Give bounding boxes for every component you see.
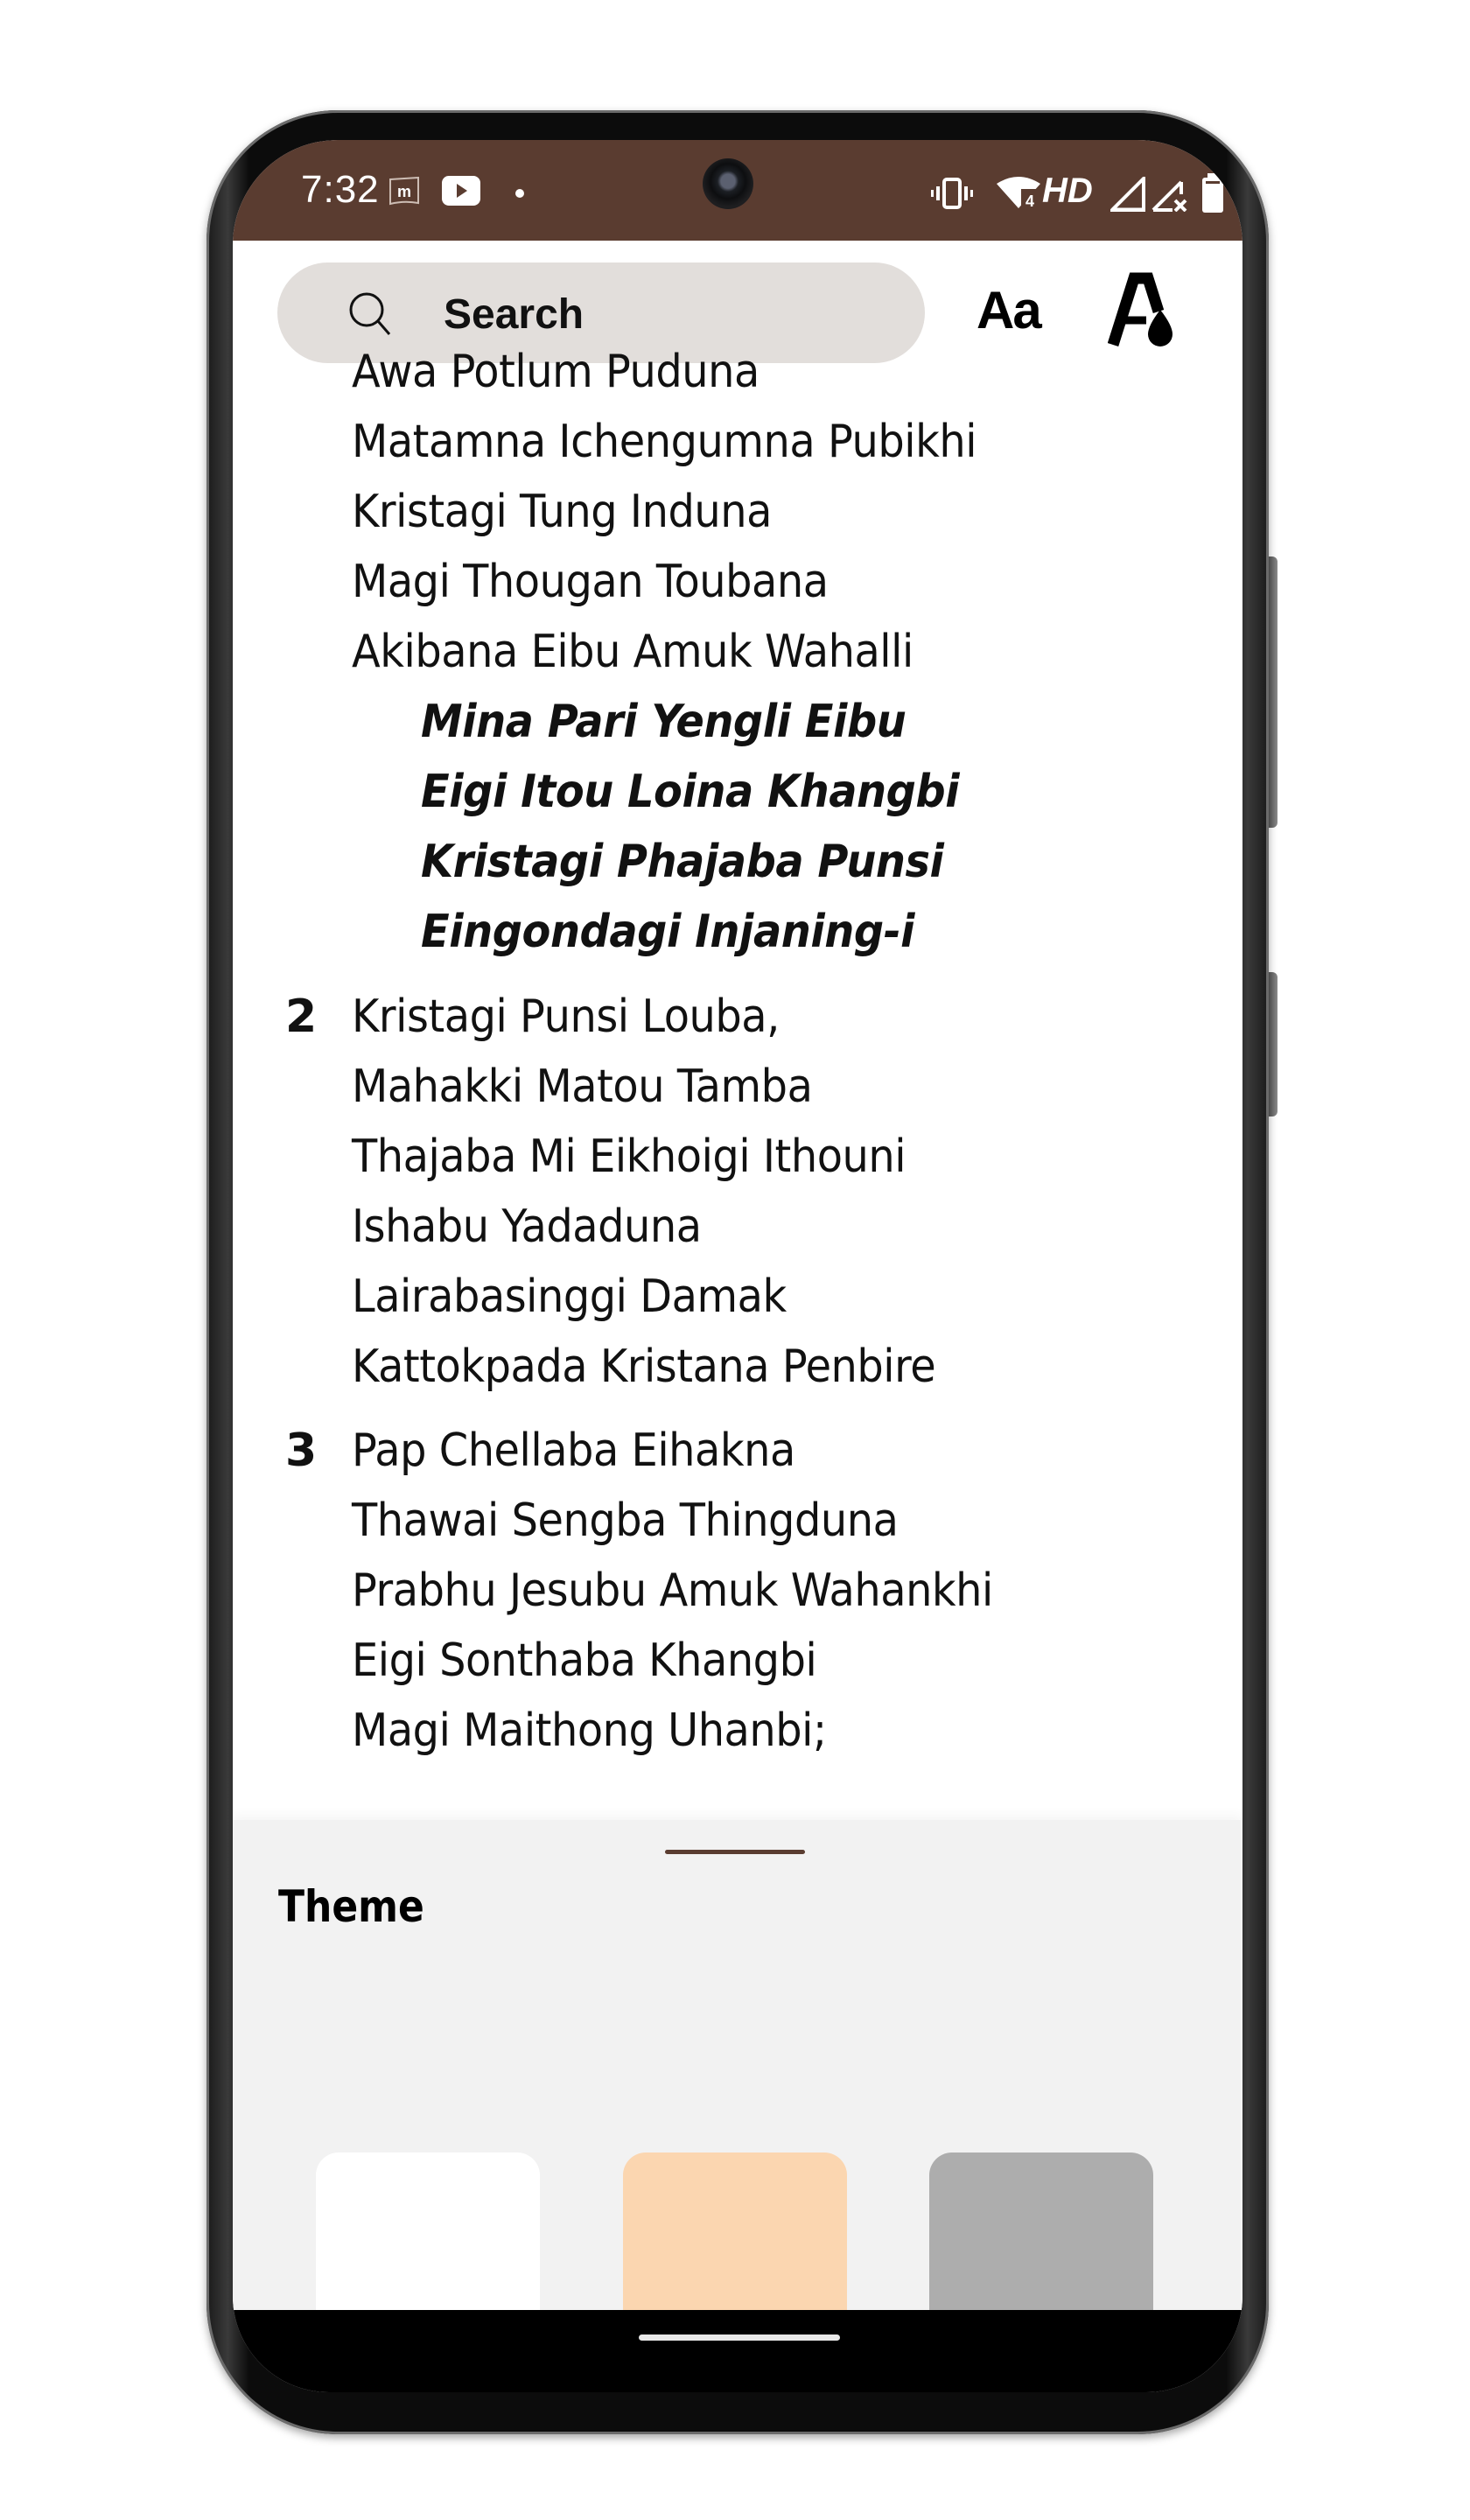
- volume-button: [1269, 556, 1278, 828]
- search-placeholder: Search: [444, 291, 584, 338]
- signal-icon: [1108, 174, 1147, 215]
- notification-dot-icon: [514, 186, 525, 202]
- power-button: [1269, 972, 1278, 1116]
- screen: 7:32 m 4 HD Search Aa Awa Potlum Puduna …: [233, 140, 1242, 2392]
- hymn-line: Prabhu Jesubu Amuk Wahankhi: [352, 1564, 993, 1617]
- theme-bottom-sheet: Theme: [233, 1820, 1242, 2382]
- hymn-line: Pap Chellaba Eihakna: [352, 1424, 795, 1477]
- theme-title: Theme: [278, 1881, 424, 1932]
- hd-volte-icon: HD: [1042, 172, 1093, 210]
- hymn-line: Thawai Sengba Thingduna: [352, 1494, 899, 1547]
- hymn-line: Mahakki Matou Tamba: [352, 1060, 813, 1113]
- svg-text:4: 4: [1026, 192, 1034, 210]
- phone-frame: 7:32 m 4 HD Search Aa Awa Potlum Puduna …: [206, 110, 1278, 2434]
- youtube-icon: [441, 175, 481, 210]
- hymn-line: Kristagi Punsi Louba,: [352, 990, 780, 1043]
- text-color-theme-icon: [1107, 272, 1172, 346]
- hymn-line: Akibana Eibu Amuk Wahalli: [352, 626, 914, 678]
- hymn-line: Magi Maithong Uhanbi;: [352, 1704, 827, 1757]
- m-app-notification-icon: m: [388, 176, 420, 210]
- chorus-line: Mina Pari Yengli Eibu: [421, 696, 906, 748]
- hymn-line: Lairabasinggi Damak: [352, 1270, 787, 1323]
- navigation-bar: [233, 2310, 1242, 2392]
- front-camera: [703, 158, 753, 209]
- drag-handle[interactable]: [665, 1850, 805, 1854]
- home-indicator[interactable]: [639, 2334, 840, 2341]
- status-time: 7:32: [301, 168, 380, 211]
- hymn-line: Kattokpada Kristana Penbire: [352, 1340, 936, 1393]
- vibrate-icon: [931, 177, 973, 214]
- signal-no-service-icon: [1152, 177, 1190, 215]
- search-icon: [346, 289, 395, 341]
- hymn-line: Magi Thougan Toubana: [352, 556, 829, 608]
- hymn-line: Eigi Sonthaba Khangbi: [352, 1634, 817, 1687]
- wifi-4-icon: 4: [997, 175, 1040, 214]
- chorus-line: Kristagi Phajaba Punsi: [421, 836, 944, 888]
- battery-icon: [1200, 173, 1225, 217]
- chorus-line: Eigi Itou Loina Khangbi: [421, 766, 960, 818]
- hymn-line: Kristagi Tung Induna: [352, 486, 772, 538]
- verse-number: 2: [285, 990, 318, 1043]
- font-size-button[interactable]: Aa: [976, 280, 1042, 340]
- chorus-line: Eingondagi Injaning-i: [421, 906, 915, 958]
- hymn-line: Awa Potlum Puduna: [352, 346, 760, 398]
- text-color-theme-button[interactable]: [1107, 271, 1178, 350]
- hymn-line: Ishabu Yadaduna: [352, 1200, 702, 1253]
- svg-text:m: m: [397, 183, 411, 200]
- hymn-line: Thajaba Mi Eikhoigi Ithouni: [352, 1130, 906, 1183]
- verse-number: 3: [285, 1424, 318, 1477]
- hymn-line: Matamna Ichengumna Pubikhi: [352, 416, 977, 468]
